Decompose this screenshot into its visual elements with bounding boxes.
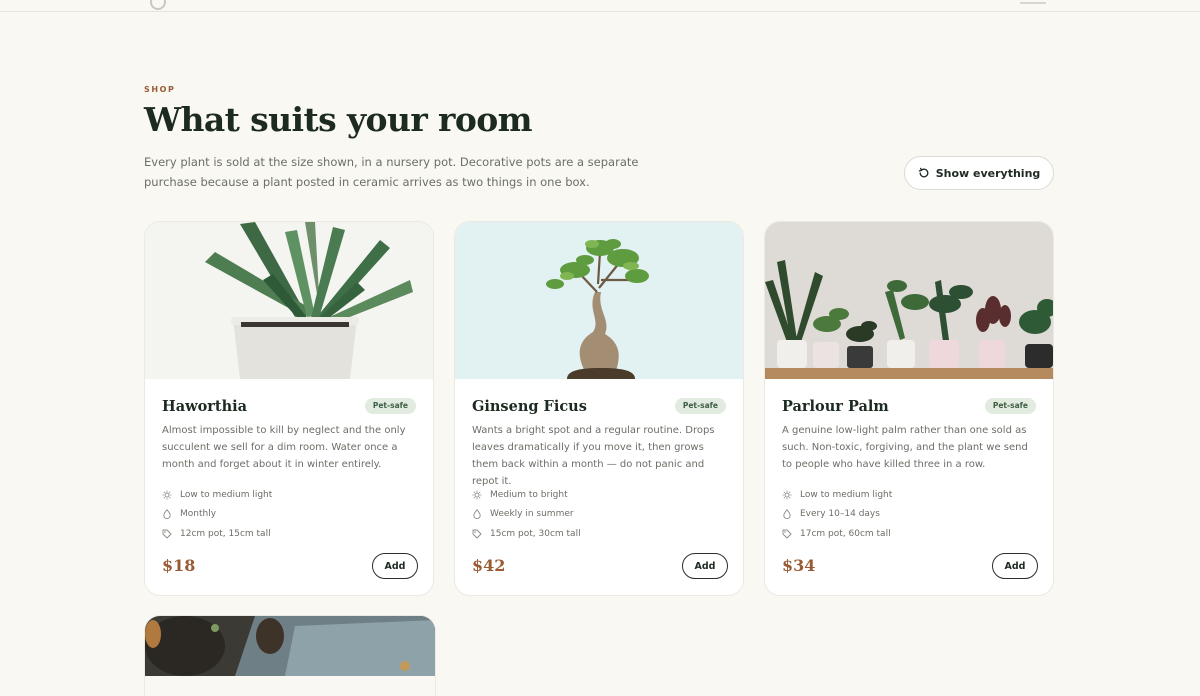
spec-light-text: Low to medium light — [180, 489, 273, 500]
pet-safe-badge: Pet-safe — [674, 398, 726, 414]
tag-icon — [782, 529, 792, 539]
spec-size-text: 17cm pot, 60cm tall — [800, 528, 891, 539]
spec-light-text: Low to medium light — [800, 489, 893, 500]
sun-icon — [472, 490, 482, 500]
logo-icon[interactable] — [150, 0, 166, 10]
spec-water: Weekly in summer — [472, 505, 722, 525]
product-image-haworthia — [145, 222, 433, 379]
pet-safe-badge: Pet-safe — [364, 398, 416, 414]
product-card-haworthia: Haworthia Pet-safe Almost impossible to … — [144, 221, 434, 596]
spec-light: Low to medium light — [782, 485, 1032, 505]
page-title: What suits your room — [144, 100, 533, 139]
product-specs: Low to medium light Every 10–14 days 17c… — [782, 485, 1032, 544]
top-nav-bar — [0, 0, 1200, 12]
product-price: $42 — [472, 556, 506, 575]
product-card-parlour-palm: Parlour Palm Pet-safe A genuine low-ligh… — [764, 221, 1054, 596]
droplet-icon — [783, 509, 791, 520]
add-to-cart-button[interactable]: Add — [992, 553, 1038, 579]
tag-icon — [162, 529, 172, 539]
product-image-ginseng-ficus — [455, 222, 743, 379]
spec-size: 15cm pot, 30cm tall — [472, 524, 722, 544]
product-description: Wants a bright spot and a regular routin… — [472, 425, 715, 487]
spec-light: Medium to bright — [472, 485, 722, 505]
product-price: $34 — [782, 556, 816, 575]
product-name: Ginseng Ficus — [472, 398, 587, 415]
spec-water-text: Weekly in summer — [490, 509, 574, 520]
spec-water: Monthly — [162, 505, 412, 525]
menu-icon[interactable] — [1020, 0, 1046, 4]
product-description: Almost impossible to kill by neglect and… — [162, 425, 406, 470]
spec-water: Every 10–14 days — [782, 505, 1032, 525]
product-name: Parlour Palm — [782, 398, 889, 415]
show-everything-label: Show everything — [935, 166, 1041, 180]
add-to-cart-button[interactable]: Add — [682, 553, 728, 579]
sun-icon — [782, 490, 792, 500]
product-price: $18 — [162, 556, 196, 575]
spec-water-text: Monthly — [180, 509, 217, 520]
product-card-partial — [144, 615, 436, 696]
section-description: Every plant is sold at the size shown, i… — [144, 155, 639, 189]
sun-icon — [162, 490, 172, 500]
spec-size-text: 12cm pot, 15cm tall — [180, 528, 271, 539]
product-specs: Low to medium light Monthly 12cm pot, 15… — [162, 485, 412, 544]
product-name: Haworthia — [162, 398, 248, 415]
spec-water-text: Every 10–14 days — [800, 509, 880, 520]
refresh-icon — [918, 167, 929, 178]
droplet-icon — [163, 509, 171, 520]
spec-light: Low to medium light — [162, 485, 412, 505]
pet-safe-badge: Pet-safe — [984, 398, 1036, 414]
spec-light-text: Medium to bright — [490, 489, 568, 500]
droplet-icon — [473, 509, 481, 520]
product-card-ginseng-ficus: Ginseng Ficus Pet-safe Wants a bright sp… — [454, 221, 744, 596]
spec-size: 12cm pot, 15cm tall — [162, 524, 412, 544]
product-image-parlour-palm — [765, 222, 1053, 379]
product-description: A genuine low-light palm rather than one… — [782, 425, 1028, 470]
spec-size: 17cm pot, 60cm tall — [782, 524, 1032, 544]
tag-icon — [472, 529, 482, 539]
add-to-cart-button[interactable]: Add — [372, 553, 418, 579]
product-specs: Medium to bright Weekly in summer 15cm p… — [472, 485, 722, 544]
show-everything-button[interactable]: Show everything — [904, 156, 1054, 190]
section-eyebrow: SHOP — [144, 85, 176, 94]
spec-size-text: 15cm pot, 30cm tall — [490, 528, 581, 539]
product-image-partial — [145, 616, 435, 676]
